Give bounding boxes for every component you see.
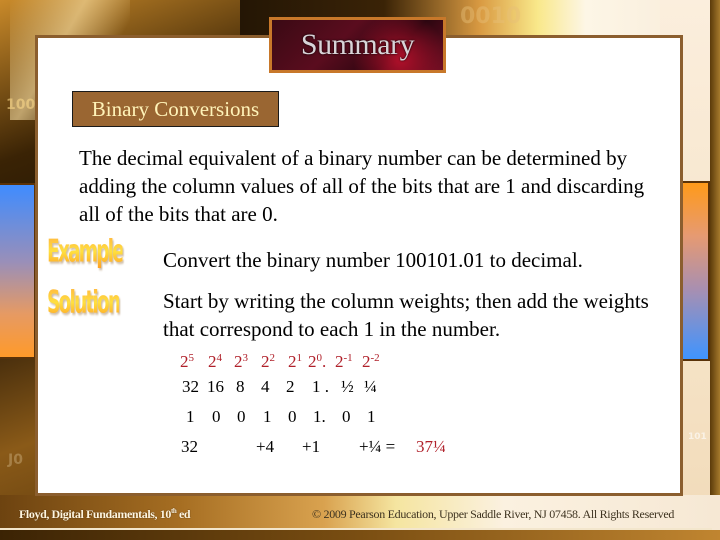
power-exponent: 2 (269, 352, 276, 364)
power-base: 2 (362, 352, 371, 371)
radix-point: . (322, 352, 327, 371)
power-exponent: -2 (370, 352, 380, 364)
power-base: 2 (208, 352, 217, 371)
bit-value: 1 (263, 407, 272, 426)
power-exponent: 4 (216, 352, 223, 364)
sum-term: +4 (256, 437, 275, 456)
background-binary-mark: 101 (688, 432, 707, 442)
bit-value: 0 (342, 407, 351, 426)
subtitle-banner: Binary Conversions (72, 91, 279, 127)
power-term: 23 (234, 352, 248, 372)
example-label-graphic: Example (47, 233, 125, 270)
weight-value: 16 (207, 377, 224, 396)
slide-subtitle: Binary Conversions (91, 96, 260, 121)
sum-term: +¼ = (359, 437, 396, 456)
power-base: 2 (180, 352, 189, 371)
power-term: 22 (261, 352, 275, 372)
weight-value: 8 (236, 377, 245, 396)
footer-copyright: © 2009 Pearson Education, Upper Saddle R… (312, 507, 675, 521)
power-exponent: -1 (343, 352, 353, 364)
bit-value: 1 (186, 407, 195, 426)
bit-value: 1. (313, 407, 326, 426)
footer-book-credit: Floyd, Digital Fundamentals, 10th ed (19, 507, 191, 522)
weight-value: ½ (341, 377, 354, 396)
background-right-edge (710, 0, 720, 540)
weight-value: ¼ (364, 377, 377, 396)
power-base: 2 (288, 352, 297, 371)
weight-value: 4 (261, 377, 270, 396)
weight-value: 32 (182, 377, 199, 396)
bit-value: 1 (367, 407, 376, 426)
footer-book-title: Floyd, Digital Fundamentals, 10 (19, 507, 171, 521)
example-text: Convert the binary number 100101.01 to d… (163, 248, 583, 272)
power-term: 2-1 (335, 352, 353, 372)
power-term: 25 (180, 352, 194, 372)
weight-value: 1 . (312, 377, 329, 396)
power-exponent: 3 (242, 352, 249, 364)
footer-edition-label: ed (176, 507, 191, 521)
power-exponent: 5 (188, 352, 195, 364)
decorative-gradient-bar-left (0, 183, 36, 359)
sum-term: 32 (181, 437, 198, 456)
power-base: 2 (234, 352, 243, 371)
slide-title: Summary (300, 28, 415, 61)
background-binary-mark: 100 (6, 97, 36, 113)
power-term: 24 (208, 352, 222, 372)
bit-value: 0 (288, 407, 297, 426)
sum-term: +1 (302, 437, 321, 456)
solution-label-graphic: Solution (47, 284, 121, 321)
weight-value: 2 (286, 377, 295, 396)
decorative-gradient-bar-right (680, 181, 710, 361)
title-banner: Summary (269, 17, 446, 73)
background-binary-mark: J0 (8, 452, 23, 468)
power-base: 2 (335, 352, 344, 371)
power-term: 20. (308, 352, 326, 372)
intro-paragraph: The decimal equivalent of a binary numbe… (79, 146, 645, 226)
power-base: 2 (308, 352, 317, 371)
background-bottom-bar (0, 530, 720, 540)
power-base: 2 (261, 352, 270, 371)
power-exponent: 1 (296, 352, 303, 364)
power-term: 21 (288, 352, 302, 372)
solution-text: Start by writing the column weights; the… (163, 289, 649, 341)
result-value: 37¼ (416, 437, 446, 456)
bit-value: 0 (237, 407, 246, 426)
bit-value: 0 (212, 407, 221, 426)
background-binary-mark: 0010 (460, 4, 522, 29)
power-term: 2-2 (362, 352, 380, 372)
